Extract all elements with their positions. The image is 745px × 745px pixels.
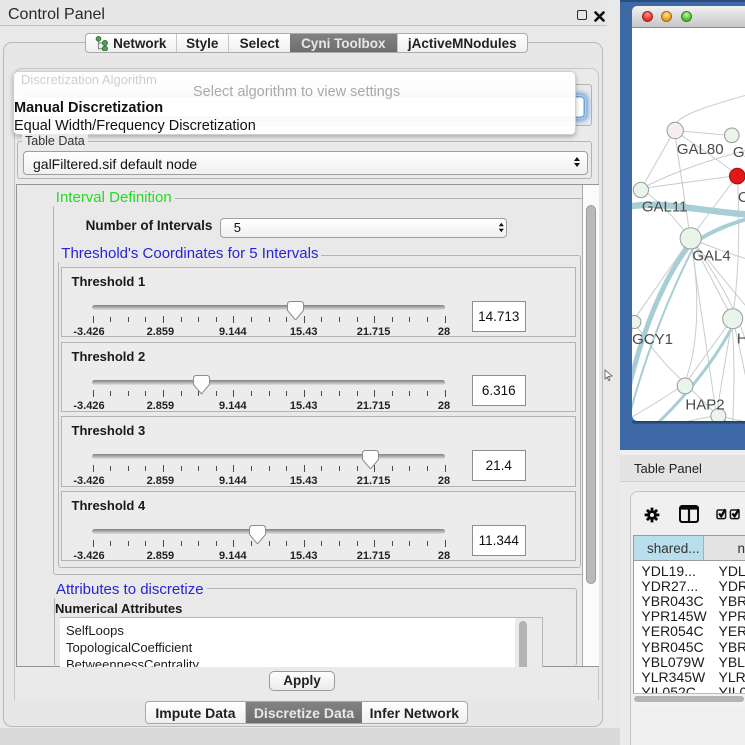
- svg-text:GAL4: GAL4: [692, 247, 730, 264]
- svg-text:GA: GA: [732, 144, 744, 161]
- svg-text:GCY1: GCY1: [632, 330, 673, 347]
- svg-text:C: C: [737, 188, 744, 205]
- svg-text:H: H: [736, 330, 744, 347]
- svg-text:GAL80: GAL80: [676, 141, 723, 158]
- svg-text:HAP2: HAP2: [685, 396, 724, 413]
- svg-text:GAL11: GAL11: [641, 198, 687, 215]
